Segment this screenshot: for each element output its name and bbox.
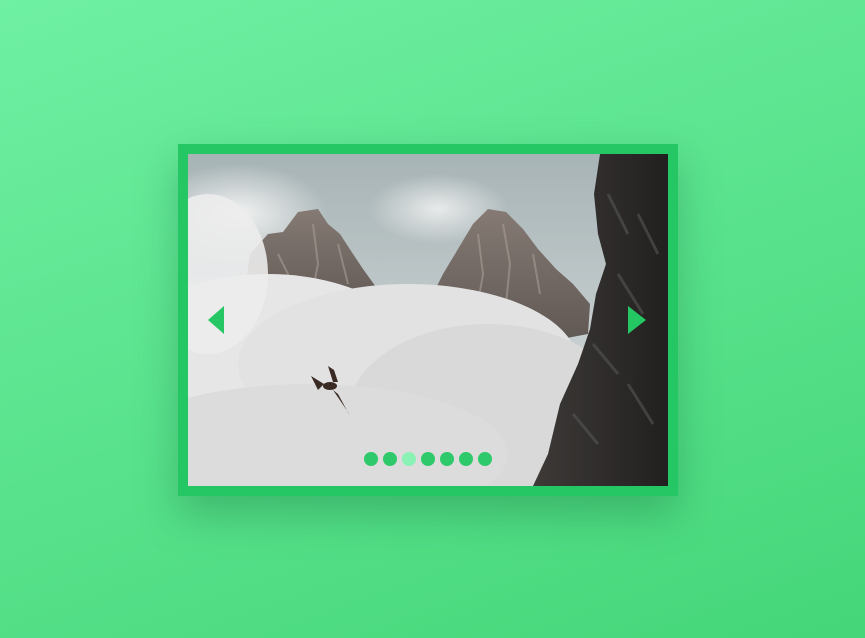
slide-dot-5[interactable] [440,452,454,466]
slide-dot-3[interactable] [402,452,416,466]
slide-dots [188,452,668,466]
prev-slide-button[interactable] [206,306,228,334]
slide-dot-2[interactable] [383,452,397,466]
slide-dot-1[interactable] [364,452,378,466]
image-slider [178,144,678,496]
slide-dot-6[interactable] [459,452,473,466]
slide-dot-7[interactable] [478,452,492,466]
slide-dot-4[interactable] [421,452,435,466]
caret-left-icon [208,306,224,334]
slide-image-mountains-bird [188,154,668,486]
next-slide-button[interactable] [626,306,648,334]
caret-right-icon [628,306,646,334]
